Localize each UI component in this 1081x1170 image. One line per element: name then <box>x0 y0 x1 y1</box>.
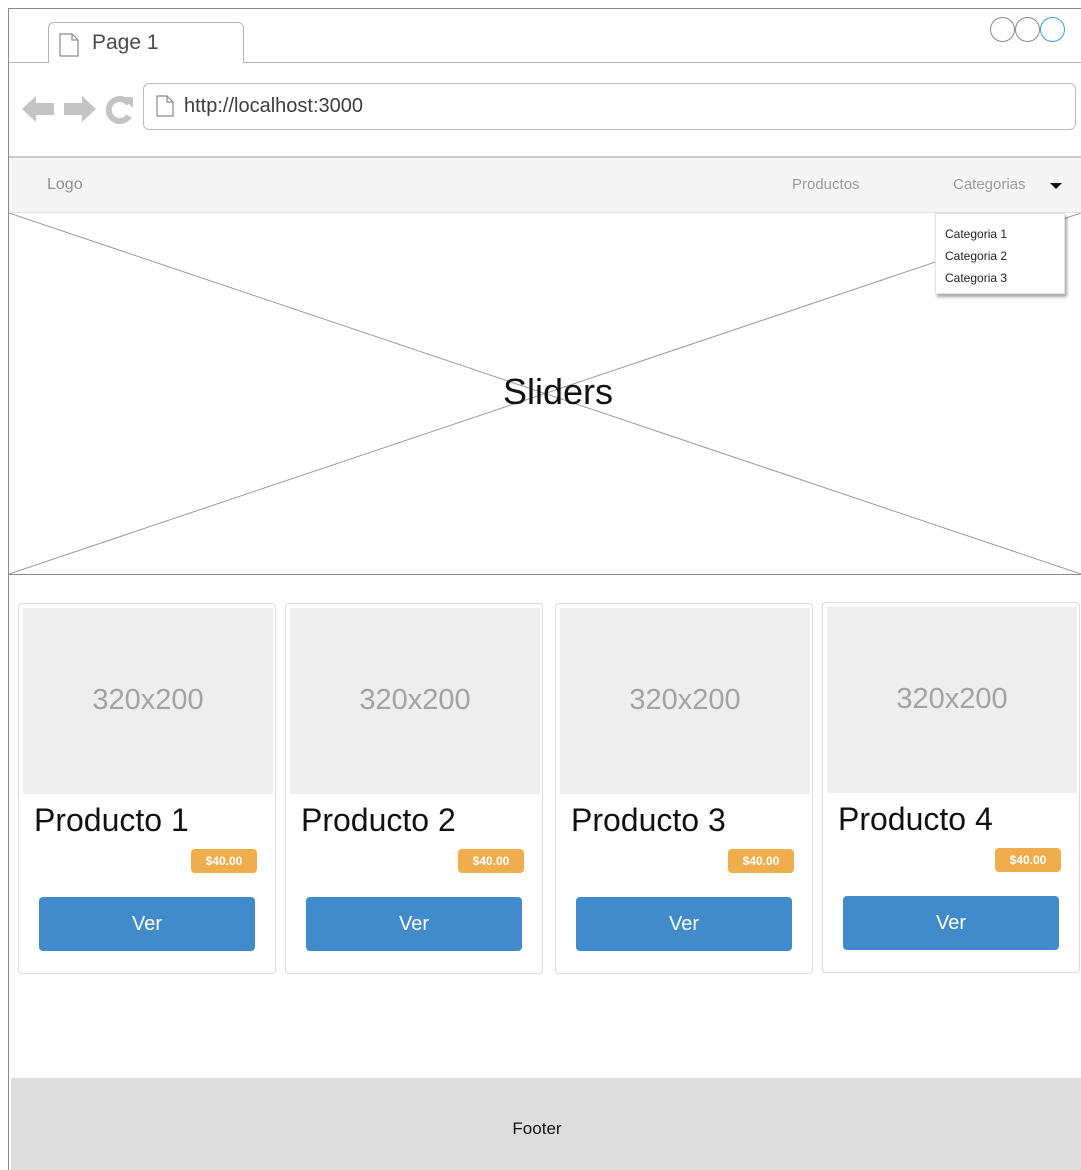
product-title: Producto 4 <box>838 801 993 837</box>
footer: Footer <box>11 1078 1081 1170</box>
categorias-dropdown-menu: Categoria 1 Categoria 2 Categoria 3 <box>935 213 1065 294</box>
product-image-placeholder: 320x200 <box>23 608 273 794</box>
product-image-placeholder: 320x200 <box>560 608 810 794</box>
footer-text: Footer <box>512 1119 562 1138</box>
product-image-placeholder: 320x200 <box>827 607 1077 793</box>
ver-button[interactable]: Ver <box>843 896 1059 950</box>
slider-placeholder: Sliders <box>9 213 1081 575</box>
nav-link-productos[interactable]: Productos <box>792 176 860 193</box>
product-card: 320x200 Producto 3 $40.00 Ver <box>555 603 813 974</box>
product-card: 320x200 Producto 4 $40.00 Ver <box>822 602 1080 973</box>
forward-arrow-icon[interactable] <box>62 95 96 123</box>
navbar: Logo Productos Categorias <box>9 158 1081 213</box>
page-icon <box>156 95 174 117</box>
slider-label: Sliders <box>502 371 614 412</box>
image-size-label: 320x200 <box>359 684 471 716</box>
window-control-circle[interactable] <box>990 17 1015 42</box>
image-size-label: 320x200 <box>92 684 204 716</box>
ver-button[interactable]: Ver <box>306 897 522 951</box>
product-image-placeholder: 320x200 <box>290 608 540 794</box>
url-text: http://localhost:3000 <box>184 95 364 117</box>
image-size-label: 320x200 <box>629 684 741 716</box>
product-card: 320x200 Producto 2 $40.00 Ver <box>285 603 543 974</box>
nav-link-categorias[interactable]: Categorias <box>953 176 1026 193</box>
price-badge: $40.00 <box>191 849 257 873</box>
product-title: Producto 3 <box>571 802 726 838</box>
dropdown-item-categoria-2[interactable]: Categoria 2 <box>945 249 1007 263</box>
browser-tab[interactable]: Page 1 <box>48 22 244 63</box>
dropdown-item-categoria-3[interactable]: Categoria 3 <box>945 271 1007 285</box>
product-title: Producto 2 <box>301 802 456 838</box>
image-size-label: 320x200 <box>896 683 1008 715</box>
dropdown-item-categoria-1[interactable]: Categoria 1 <box>945 227 1007 241</box>
caret-down-icon[interactable] <box>1050 183 1062 189</box>
ver-button[interactable]: Ver <box>39 897 255 951</box>
price-badge: $40.00 <box>458 849 524 873</box>
tab-title: Page 1 <box>92 31 159 54</box>
ver-button[interactable]: Ver <box>576 897 792 951</box>
nav-logo[interactable]: Logo <box>47 176 83 194</box>
window-control-circle[interactable] <box>1015 17 1040 42</box>
product-card: 320x200 Producto 1 $40.00 Ver <box>18 603 276 974</box>
window-control-circle[interactable] <box>1040 17 1065 42</box>
url-input[interactable]: http://localhost:3000 <box>143 83 1076 130</box>
price-badge: $40.00 <box>728 849 794 873</box>
page-icon <box>59 33 79 57</box>
back-arrow-icon[interactable] <box>22 95 56 123</box>
reload-icon[interactable] <box>104 95 134 125</box>
price-badge: $40.00 <box>995 848 1061 872</box>
product-title: Producto 1 <box>34 802 189 838</box>
